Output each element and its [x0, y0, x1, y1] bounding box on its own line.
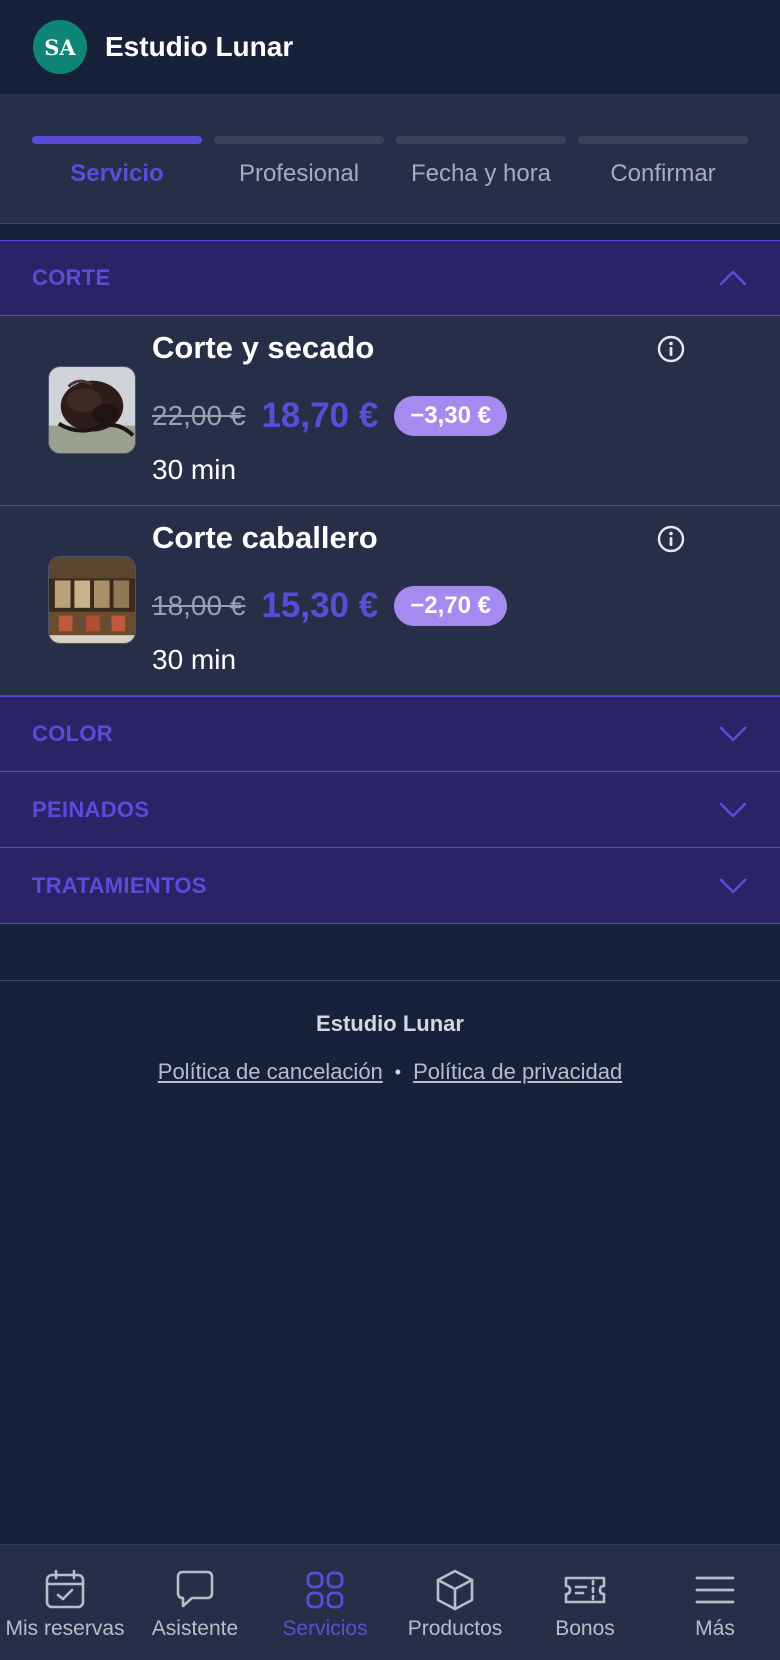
category-label: COLOR	[32, 721, 113, 746]
chevron-down-icon	[719, 802, 747, 817]
step-bar-profesional	[214, 136, 384, 144]
step-progress-bars	[32, 136, 748, 144]
service-name: Corte y secado	[152, 330, 375, 365]
nav-item-asistente[interactable]: Asistente	[130, 1545, 260, 1660]
discount-badge: −2,70 €	[394, 586, 507, 626]
nav-item-mas[interactable]: Más	[650, 1545, 780, 1660]
hair-photo-icon	[49, 367, 135, 453]
category-label: PEINADOS	[32, 796, 150, 822]
nav-item-servicios[interactable]: Servicios	[260, 1545, 390, 1660]
footer-links: Política de cancelación • Política de pr…	[0, 1059, 780, 1085]
category-header-peinados[interactable]: PEINADOS	[0, 772, 780, 848]
app-header: SA Estudio Lunar	[0, 0, 780, 94]
privacy-policy-link[interactable]: Política de privacidad	[413, 1059, 622, 1085]
service-item-corte-secado[interactable]: Corte y secado 22,00 € 18,70 € −3,30 € 3…	[0, 316, 780, 506]
nav-item-productos[interactable]: Productos	[390, 1545, 520, 1660]
cancellation-policy-link[interactable]: Política de cancelación	[158, 1059, 383, 1085]
discount-badge: −3,30 €	[394, 396, 507, 436]
chevron-down-icon	[719, 726, 747, 742]
nav-item-bonos[interactable]: Bonos	[520, 1545, 650, 1660]
nav-item-mis-reservas[interactable]: Mis reservas	[0, 1545, 130, 1660]
bottom-navigation: Mis reservas Asistente Servicios Product…	[0, 1544, 780, 1660]
tab-confirmar[interactable]: Confirmar	[578, 160, 748, 188]
salon-photo-icon	[49, 557, 135, 643]
price-row: 22,00 € 18,70 € −3,30 €	[152, 396, 507, 436]
calendar-icon	[45, 1569, 85, 1609]
step-bar-confirmar	[578, 136, 748, 144]
link-separator: •	[394, 1061, 402, 1082]
page-footer: Estudio Lunar Política de cancelación • …	[0, 980, 780, 1085]
ticket-icon	[564, 1576, 606, 1604]
service-duration: 30 min	[152, 454, 237, 485]
category-header-color[interactable]: COLOR	[0, 696, 780, 772]
tab-servicio[interactable]: Servicio	[32, 160, 202, 188]
chevron-down-icon	[719, 878, 747, 893]
nav-label: Servicios	[282, 1617, 368, 1640]
category-label: CORTE	[32, 265, 111, 290]
box-icon	[436, 1569, 474, 1611]
tab-profesional[interactable]: Profesional	[214, 160, 384, 188]
footer-brand: Estudio Lunar	[316, 1011, 464, 1036]
nav-label: Más	[695, 1617, 735, 1640]
grid-icon	[306, 1571, 344, 1609]
nav-label: Asistente	[151, 1617, 239, 1640]
discounted-price: 15,30 €	[261, 586, 379, 625]
price-row: 18,00 € 15,30 € −2,70 €	[152, 586, 507, 626]
tab-fecha-hora[interactable]: Fecha y hora	[396, 160, 566, 188]
chevron-up-icon	[719, 270, 747, 286]
category-header-corte[interactable]: CORTE	[0, 240, 780, 316]
nav-label: Mis reservas	[5, 1617, 125, 1640]
category-header-tratamientos[interactable]: TRATAMIENTOS	[0, 848, 780, 924]
service-item-corte-caballero[interactable]: Corte caballero 18,00 € 15,30 € −2,70 € …	[0, 506, 780, 696]
chat-bubble-icon	[176, 1570, 214, 1608]
service-thumbnail	[48, 366, 136, 454]
category-label: TRATAMIENTOS	[32, 872, 207, 898]
step-bar-fecha	[396, 136, 566, 144]
menu-icon	[695, 1576, 735, 1604]
nav-label: Bonos	[555, 1617, 615, 1640]
service-thumbnail	[48, 556, 136, 644]
booking-steps: Servicio Profesional Fecha y hora Confir…	[0, 94, 780, 224]
discounted-price: 18,70 €	[261, 396, 379, 435]
service-name: Corte caballero	[152, 520, 378, 555]
step-bar-servicio	[32, 136, 202, 144]
app-title: Estudio Lunar	[105, 31, 294, 62]
old-price: 18,00 €	[152, 590, 246, 621]
service-duration: 30 min	[152, 644, 237, 675]
avatar[interactable]: SA	[33, 20, 87, 74]
info-icon[interactable]	[656, 334, 686, 364]
nav-label: Productos	[407, 1617, 503, 1640]
info-icon[interactable]	[656, 524, 686, 554]
old-price: 22,00 €	[152, 400, 246, 431]
